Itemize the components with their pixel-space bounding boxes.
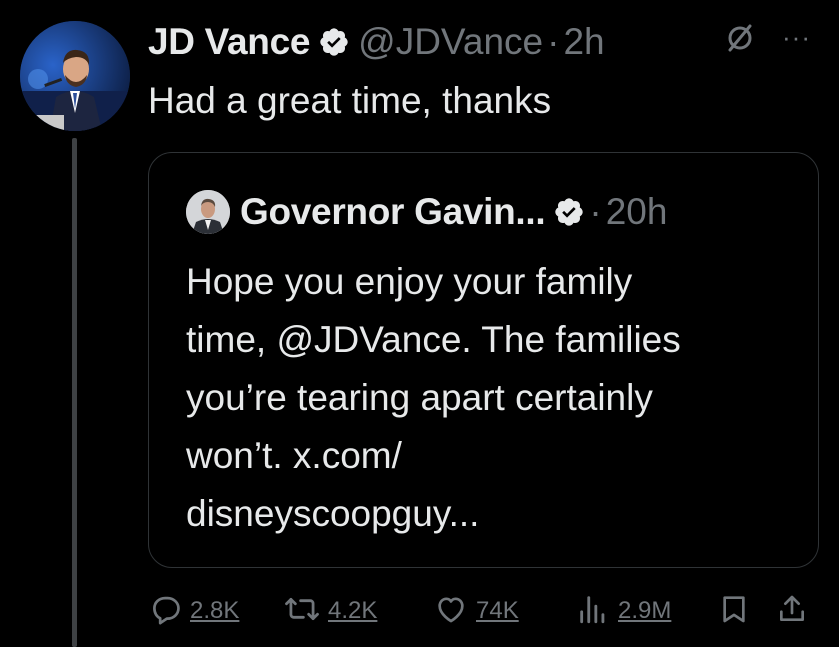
share-button[interactable] [776, 588, 808, 634]
quoted-text-line: time, @JDVance. The families [186, 319, 681, 360]
bookmark-icon [718, 592, 750, 631]
share-icon [776, 592, 808, 631]
repost-button[interactable]: 4.2K [284, 588, 377, 634]
like-button[interactable]: 74K [434, 588, 519, 634]
quoted-text: Hope you enjoy your family time, @JDVanc… [186, 253, 796, 543]
author-avatar[interactable] [20, 21, 130, 131]
action-bar: 2.8K 4.2K 74K 2.9M [148, 588, 819, 634]
quoted-author-name[interactable]: Governor Gavin... [240, 191, 546, 233]
bookmark-button[interactable] [718, 588, 750, 634]
post-header: JD Vance @JDVance · 2h [148, 16, 605, 68]
quoted-avatar [186, 190, 230, 234]
quoted-text-line: you’re tearing apart certainly [186, 377, 653, 418]
quoted-header: Governor Gavin... · 20h [186, 190, 667, 234]
author-name[interactable]: JD Vance [148, 21, 310, 63]
more-icon[interactable]: ··· [782, 24, 811, 50]
views-icon [576, 592, 610, 631]
views-count: 2.9M [618, 597, 672, 624]
separator-dot: · [547, 21, 560, 62]
quoted-text-line: disneyscoopguy... [186, 493, 480, 534]
post-time[interactable]: 2h [563, 21, 604, 63]
repost-icon [284, 592, 320, 631]
verified-badge-icon [553, 196, 585, 228]
quoted-post[interactable]: Governor Gavin... · 20h Hope you enjoy y… [148, 152, 819, 568]
quoted-text-line: Hope you enjoy your family [186, 261, 633, 302]
repost-count: 4.2K [328, 597, 378, 624]
header-actions: ··· [724, 22, 811, 59]
post: JD Vance @JDVance · 2h ··· Had a great t… [0, 0, 839, 647]
grok-icon[interactable] [724, 22, 756, 59]
reply-icon [148, 592, 182, 631]
like-icon [434, 592, 468, 631]
reply-button[interactable]: 2.8K [148, 588, 239, 634]
quoted-text-line: won’t. x.com/ [186, 435, 402, 476]
like-count: 74K [476, 597, 519, 624]
quoted-time[interactable]: 20h [606, 191, 668, 233]
author-handle[interactable]: @JDVance [358, 21, 543, 63]
reply-count: 2.8K [190, 597, 240, 624]
post-text: Had a great time, thanks [148, 80, 552, 121]
separator-dot: · [589, 191, 602, 232]
verified-badge-icon [318, 26, 350, 58]
thread-line [72, 138, 77, 647]
views-button[interactable]: 2.9M [576, 588, 671, 634]
